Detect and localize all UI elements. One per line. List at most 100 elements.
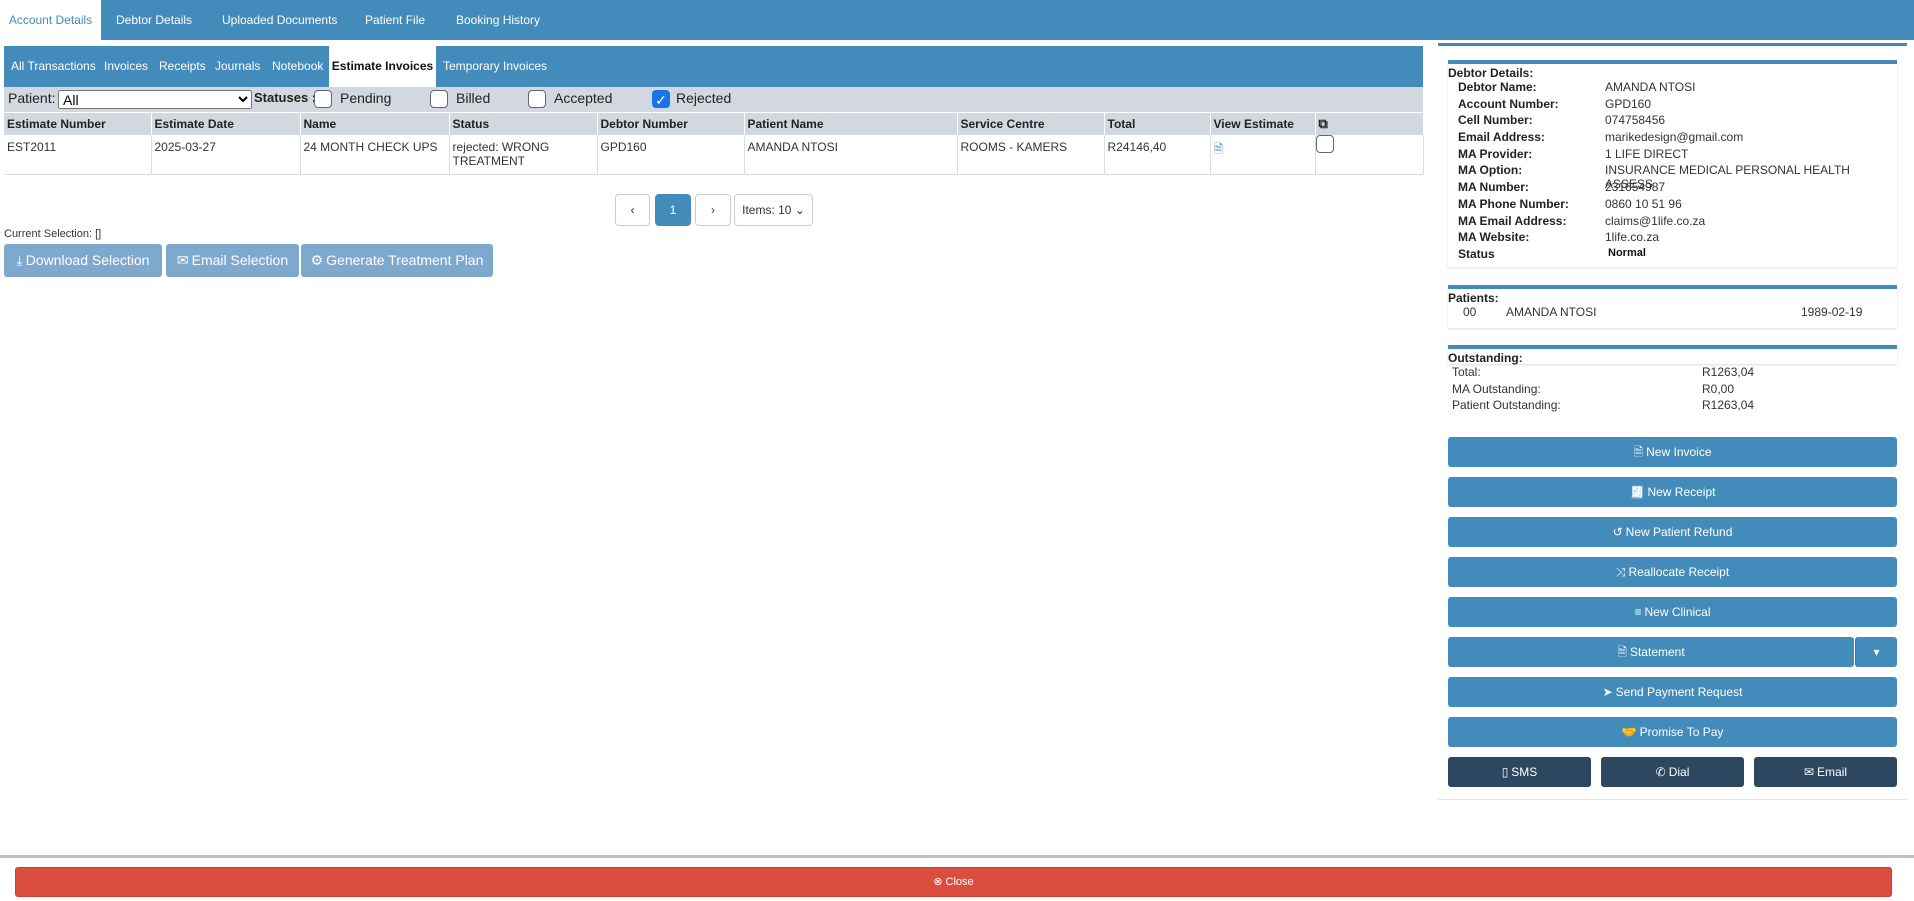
field-label: Debtor Name:	[1458, 80, 1537, 94]
total: R24146,40	[1104, 135, 1211, 175]
subtab-temporary-invoices[interactable]: Temporary Invoices	[443, 46, 547, 87]
dial-button[interactable]: ✆ Dial	[1601, 757, 1744, 787]
field-label: MA Provider:	[1458, 146, 1533, 161]
col-patient-name[interactable]: Patient Name	[744, 113, 958, 135]
outstanding-value: R0,00	[1702, 381, 1735, 396]
statement-dropdown-toggle[interactable]: ▾	[1855, 637, 1897, 667]
envelope-icon: ✉	[176, 252, 189, 268]
promise-to-pay-button[interactable]: 🤝 Promise To Pay	[1448, 717, 1897, 747]
debtor-field: Debtor Name: AMANDA NTOSI	[1448, 80, 1897, 97]
estimate-status: rejected: WRONG TREATMENT	[449, 135, 598, 175]
col-estimate-number[interactable]: Estimate Number	[4, 113, 152, 135]
top-nav: Account Details Debtor Details Uploaded …	[0, 0, 1914, 40]
field-value: AMANDA NTOSI	[1605, 80, 1696, 94]
field-value: Normal	[1608, 246, 1646, 259]
receipt-icon: 🧾	[1629, 485, 1645, 499]
divider	[0, 855, 1914, 858]
field-value: GPD160	[1605, 96, 1652, 111]
billed-checkbox[interactable]	[430, 90, 448, 108]
outstanding-row: MA Outstanding: R0,00	[1448, 382, 1897, 399]
patient-name: AMANDA NTOSI	[1506, 305, 1597, 319]
email-button[interactable]: ✉ Email	[1754, 757, 1897, 787]
patient-select[interactable]: All	[58, 90, 252, 109]
rejected-label: Rejected	[676, 90, 732, 106]
estimate-date: 2025-03-27	[151, 135, 301, 175]
tab-account-details[interactable]: Account Details	[0, 0, 101, 40]
subtab-invoices[interactable]: Invoices	[104, 46, 148, 87]
field-label: MA Option:	[1458, 163, 1523, 178]
new-invoice-button[interactable]: 🗎 New Invoice	[1448, 437, 1897, 467]
tab-uploaded-documents[interactable]: Uploaded Documents	[222, 0, 337, 40]
pending-label: Pending	[340, 90, 392, 106]
tab-patient-file[interactable]: Patient File	[365, 0, 425, 40]
col-name[interactable]: Name	[300, 113, 450, 135]
debtor-field: MA Website: 1life.co.za	[1448, 230, 1897, 247]
tab-booking-history[interactable]: Booking History	[456, 0, 540, 40]
next-page-button[interactable]: ›	[695, 194, 731, 226]
subtab-receipts[interactable]: Receipts	[159, 46, 206, 87]
billed-label: Billed	[456, 90, 491, 106]
tab-debtor-details[interactable]: Debtor Details	[116, 0, 192, 40]
table-header: Estimate Number Estimate Date Name Statu…	[4, 113, 1424, 135]
field-label: Cell Number:	[1458, 113, 1533, 128]
rejected-checkbox[interactable]: ✓	[652, 90, 670, 108]
field-value: 1life.co.za	[1605, 230, 1660, 245]
close-button[interactable]: ⊗ Close	[15, 867, 1892, 897]
page-1-button[interactable]: 1	[655, 194, 691, 226]
download-selection-button[interactable]: ⤓ Download Selection	[4, 244, 162, 277]
debtor-field: MA Option: INSURANCE MEDICAL PERSONAL HEA…	[1448, 163, 1897, 191]
file-icon: 🗎	[1617, 645, 1627, 659]
transactions-panel: All Transactions Invoices Receipts Journ…	[4, 46, 1424, 175]
col-service-centre[interactable]: Service Centre	[957, 113, 1105, 135]
pending-checkbox[interactable]	[314, 90, 332, 108]
subtab-estimate-invoices[interactable]: Estimate Invoices	[329, 46, 436, 87]
shuffle-icon: ⤨	[1615, 565, 1626, 579]
sms-button[interactable]: ▯ SMS	[1448, 757, 1591, 787]
outstanding-value: R1263,04	[1702, 398, 1755, 413]
reallocate-receipt-button[interactable]: ⤨ Reallocate Receipt	[1448, 557, 1897, 587]
patient-code: 00	[1463, 305, 1477, 319]
new-clinical-button[interactable]: ≡ New Clinical	[1448, 597, 1897, 627]
prev-page-button[interactable]: ‹	[615, 194, 650, 226]
outstanding-label: Total:	[1452, 365, 1481, 379]
col-view-estimate[interactable]: View Estimate	[1210, 113, 1316, 135]
field-label: Account Number:	[1458, 96, 1559, 111]
subtab-journals[interactable]: Journals	[215, 46, 260, 87]
send-payment-request-button[interactable]: ➤ Send Payment Request	[1448, 677, 1897, 707]
col-status[interactable]: Status	[449, 113, 598, 135]
generate-treatment-plan-button[interactable]: ⚙ Generate Treatment Plan	[301, 244, 493, 277]
col-estimate-date[interactable]: Estimate Date	[151, 113, 301, 135]
field-value: 0860 10 51 96	[1605, 196, 1682, 211]
caret-down-icon: ▾	[1873, 645, 1880, 659]
debtor-details-title: Debtor Details:	[1448, 66, 1534, 80]
subtab-all-transactions[interactable]: All Transactions	[11, 46, 96, 87]
accepted-checkbox[interactable]	[528, 90, 546, 108]
phone-icon: ✆	[1655, 765, 1666, 779]
field-value: 074758456	[1605, 113, 1666, 128]
estimate-number: EST2011	[4, 135, 152, 175]
table-row: EST2011 2025-03-27 24 MONTH CHECK UPS re…	[4, 135, 1424, 175]
email-selection-button[interactable]: ✉ Email Selection	[166, 244, 299, 277]
statuses-label: Statuses :	[254, 90, 317, 105]
patient-row[interactable]: 00 AMANDA NTOSI 1989-02-19	[1448, 305, 1897, 322]
outstanding-title: Outstanding:	[1448, 351, 1523, 365]
field-label: Email Address:	[1458, 130, 1545, 145]
paper-plane-icon: ➤	[1602, 685, 1613, 699]
new-receipt-button[interactable]: 🧾 New Receipt	[1448, 477, 1897, 507]
row-checkbox[interactable]	[1315, 135, 1334, 153]
statement-button[interactable]: 🗎 Statement	[1448, 637, 1854, 667]
outstanding-label: MA Outstanding:	[1452, 381, 1541, 396]
col-total[interactable]: Total	[1104, 113, 1211, 135]
list-icon: ≡	[1634, 605, 1642, 619]
col-debtor-number[interactable]: Debtor Number	[597, 113, 745, 135]
new-patient-refund-button[interactable]: ↺ New Patient Refund	[1448, 517, 1897, 547]
copy-icon[interactable]: ⧉	[1315, 113, 1424, 135]
view-estimate-icon[interactable]: 🗎	[1210, 135, 1316, 175]
service-centre: ROOMS - KAMERS	[957, 135, 1105, 175]
subtab-notebook[interactable]: Notebook	[272, 46, 323, 87]
estimate-name: 24 MONTH CHECK UPS	[300, 135, 450, 175]
debtor-field: Account Number: GPD160	[1448, 97, 1897, 114]
field-value: marikedesign@gmail.com	[1605, 130, 1744, 145]
items-per-page-select[interactable]: Items: 10 ⌄	[734, 194, 813, 226]
close-circle-icon: ⊗	[933, 876, 943, 888]
